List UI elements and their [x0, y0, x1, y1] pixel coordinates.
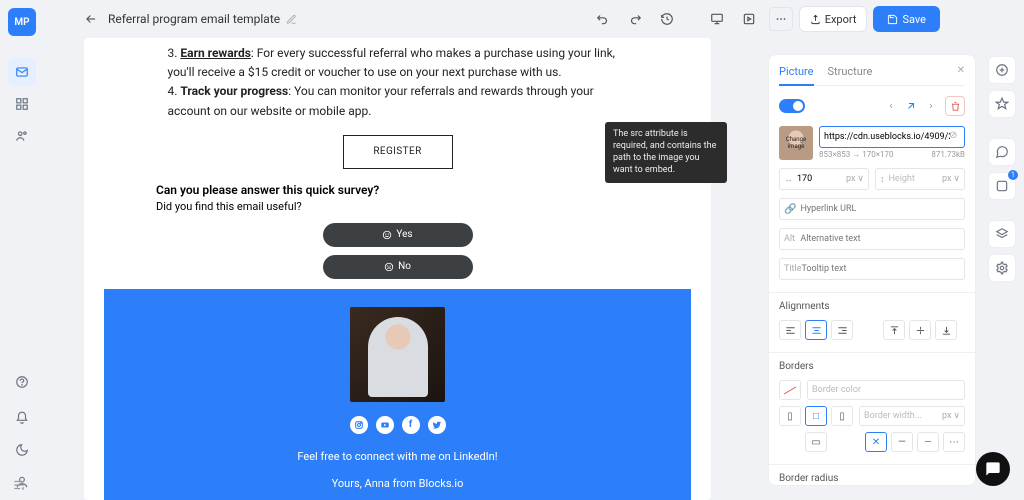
instagram-icon[interactable]	[350, 416, 368, 434]
save-button[interactable]: Save	[873, 6, 940, 32]
styles-icon[interactable]	[988, 90, 1016, 118]
valign-bottom-icon[interactable]	[935, 320, 957, 340]
image-dimensions: 853×853 → 170×170	[819, 150, 893, 159]
settings-icon[interactable]	[988, 254, 1016, 282]
border-style-solid-icon[interactable]: —	[891, 432, 913, 452]
align-right-icon[interactable]	[831, 320, 853, 340]
nav-help-icon[interactable]	[8, 368, 36, 396]
border-style-dashed-icon[interactable]: ┄	[917, 432, 939, 452]
back-arrow-icon[interactable]	[84, 12, 98, 26]
add-block-icon[interactable]	[988, 56, 1016, 84]
border-style-none-icon[interactable]: ✕	[865, 432, 887, 452]
app-logo[interactable]: MP	[8, 8, 36, 36]
footer-signature: Yours, Anna from Blocks.io	[104, 477, 691, 490]
survey-subtext: Did you find this email useful?	[156, 200, 691, 213]
more-menu-icon[interactable]	[769, 7, 793, 31]
right-rail: 1	[980, 0, 1024, 500]
poll-yes-button[interactable]: Yes	[323, 223, 473, 247]
preview-mode-icon[interactable]	[737, 7, 761, 31]
border-color-field[interactable]	[807, 380, 965, 400]
alt-text-field[interactable]: Alt	[779, 228, 965, 250]
nav-theme-icon[interactable]	[8, 436, 36, 464]
nav-bell-icon[interactable]	[8, 404, 36, 432]
tab-picture[interactable]: Picture	[779, 65, 814, 86]
hyperlink-field[interactable]: 🔗	[779, 198, 965, 220]
topbar: Referral program email template Export S…	[44, 0, 980, 38]
border-bottom-icon[interactable]: ▭	[805, 432, 827, 452]
border-width-field[interactable]: px∨	[859, 406, 965, 426]
border-radius-label: Border radius	[779, 473, 965, 484]
select-parent-icon[interactable]	[903, 98, 919, 114]
chat-fab[interactable]	[976, 452, 1010, 486]
delete-button[interactable]	[945, 96, 965, 116]
src-tooltip: The src attribute is required, and conta…	[605, 122, 727, 183]
border-left-icon[interactable]: ▯	[779, 406, 801, 426]
poll-no-button[interactable]: No	[323, 255, 473, 279]
nav-apps-icon[interactable]	[8, 90, 36, 118]
layers-icon[interactable]	[988, 220, 1016, 248]
left-rail	[0, 46, 44, 500]
youtube-icon[interactable]	[376, 416, 394, 434]
align-center-icon[interactable]	[805, 320, 827, 340]
width-field[interactable]: ↔px∨	[779, 168, 869, 190]
email-step-4: 4. Track your progress: You can monitor …	[168, 82, 628, 120]
title-field[interactable]: Title	[779, 258, 965, 280]
survey-question: Can you please answer this quick survey?	[156, 183, 691, 197]
email-footer-block: f Feel free to connect with me on Linked…	[104, 289, 691, 500]
undo-icon[interactable]	[591, 7, 615, 31]
nav-next-icon[interactable]: ›	[923, 98, 939, 114]
export-button[interactable]: Export	[799, 6, 868, 32]
nav-people-icon[interactable]	[8, 122, 36, 150]
valign-top-icon[interactable]	[883, 320, 905, 340]
nav-mail-icon[interactable]	[8, 58, 36, 86]
clear-url-icon[interactable]: ⊘	[949, 130, 961, 142]
notifications-icon[interactable]: 1	[988, 172, 1016, 200]
height-field[interactable]: ↕px∨	[875, 168, 965, 190]
border-right-icon[interactable]: ▯	[831, 406, 853, 426]
tab-structure[interactable]: Structure	[828, 65, 873, 85]
history-icon[interactable]	[655, 7, 679, 31]
redo-icon[interactable]	[623, 7, 647, 31]
email-canvas: 3. Earn rewards: For every successful re…	[84, 38, 711, 500]
author-photo[interactable]	[350, 307, 445, 402]
collap::-icon[interactable]	[12, 478, 26, 492]
image-filesize: 871.73kB	[931, 150, 965, 159]
border-color-swatch[interactable]	[779, 380, 801, 400]
border-all-icon[interactable]: □	[805, 406, 827, 426]
twitter-icon[interactable]	[428, 416, 446, 434]
facebook-icon[interactable]: f	[402, 416, 420, 434]
nav-prev-icon[interactable]: ‹	[883, 98, 899, 114]
footer-connect-text: Feel free to connect with me on LinkedIn…	[104, 450, 691, 463]
properties-panel: Picture Structure ✕ ‹ › ⊘ 853×853 → 170×…	[768, 54, 976, 486]
page-title: Referral program email template	[108, 12, 280, 26]
border-style-dotted-icon[interactable]: ⋯	[943, 432, 965, 452]
comments-icon[interactable]	[988, 138, 1016, 166]
panel-close-icon[interactable]: ✕	[957, 65, 965, 76]
alignments-label: Alignments	[779, 301, 965, 312]
visibility-toggle[interactable]	[779, 99, 805, 113]
social-icons: f	[104, 416, 691, 434]
preview-desktop-icon[interactable]	[705, 7, 729, 31]
edit-title-icon[interactable]	[286, 14, 297, 25]
image-src-input[interactable]	[819, 126, 965, 148]
email-step-3: 3. Earn rewards: For every successful re…	[168, 44, 628, 82]
register-button[interactable]: REGISTER	[343, 135, 453, 169]
image-thumbnail[interactable]	[779, 126, 813, 160]
align-left-icon[interactable]	[779, 320, 801, 340]
valign-middle-icon[interactable]	[909, 320, 931, 340]
borders-label: Borders	[779, 361, 965, 372]
